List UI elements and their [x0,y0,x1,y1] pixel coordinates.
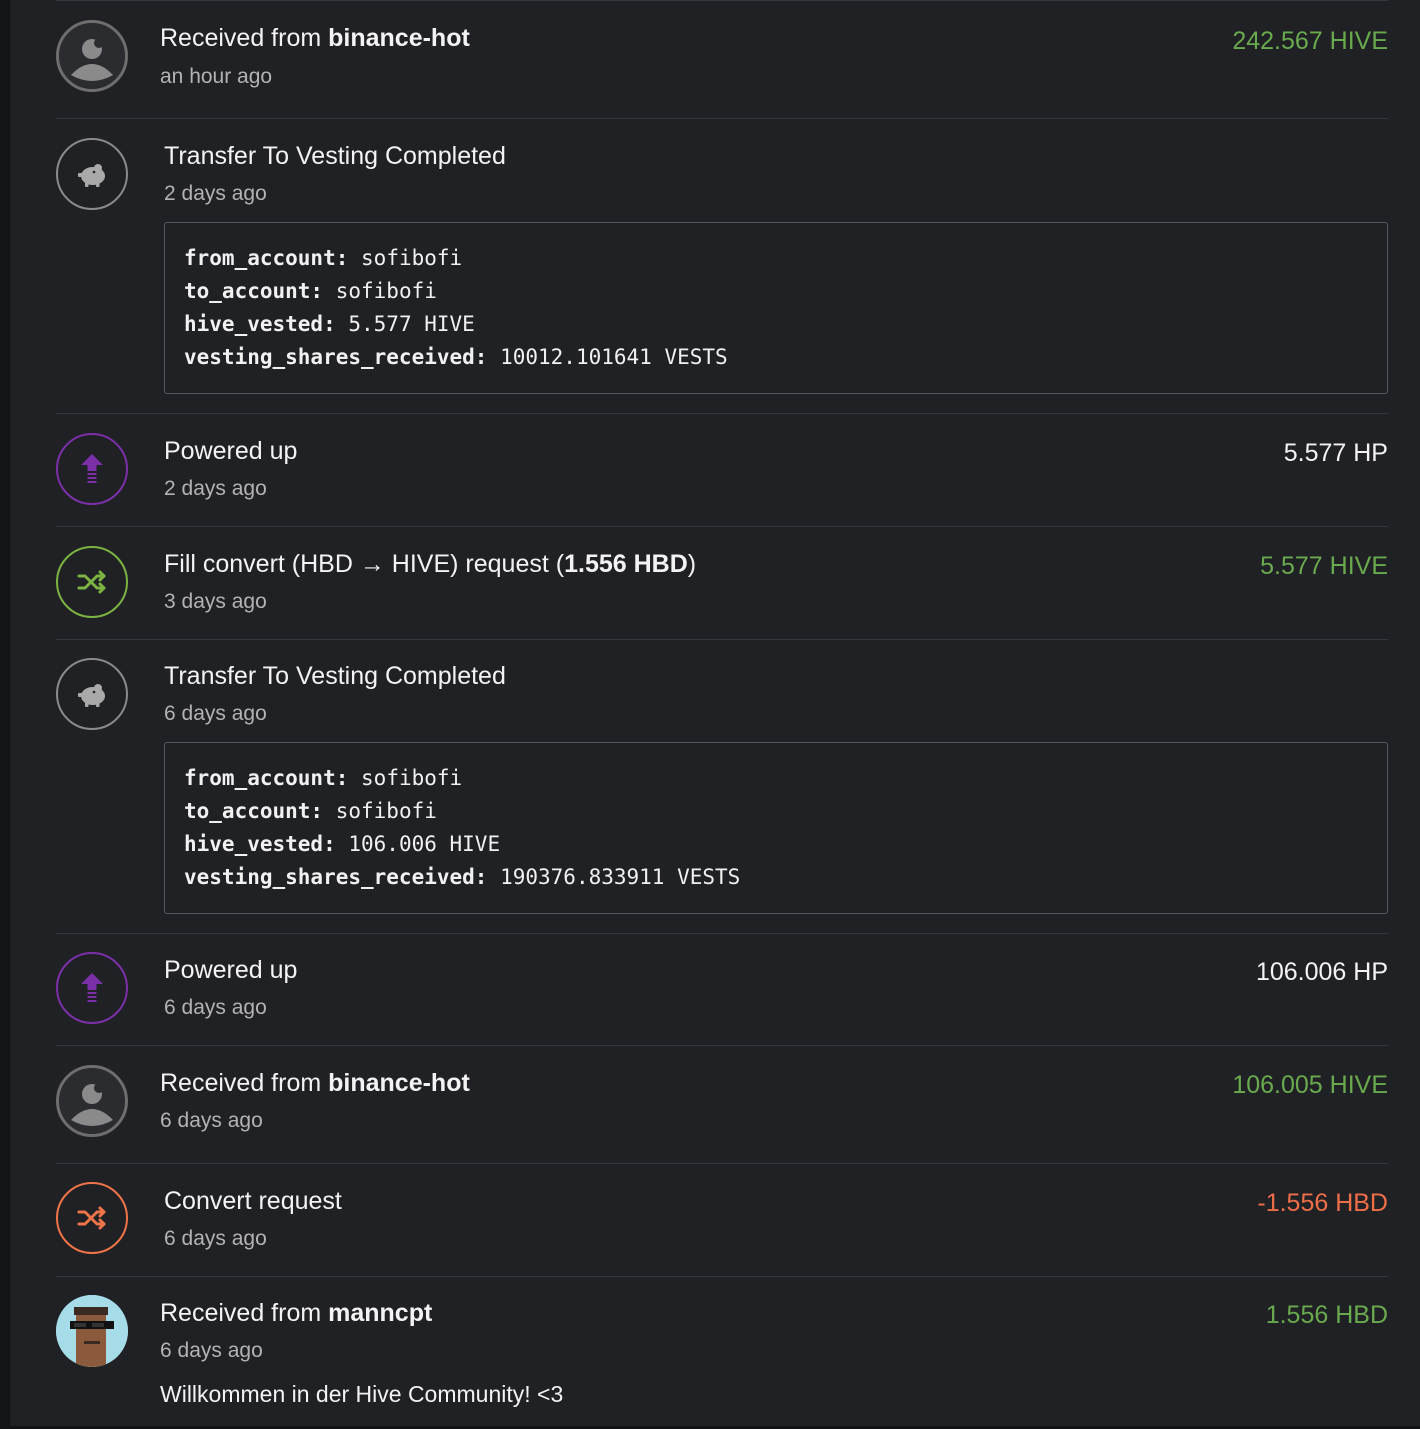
transaction-amount: 242.567 HIVE [1232,27,1388,55]
detail-line: to_account: sofibofi [184,275,1368,308]
title-text: Fill convert (HBD → HIVE) request ( [164,550,565,578]
detail-value: 10012.101641 VESTS [500,345,728,369]
user-avatar-icon[interactable] [56,1065,128,1137]
transaction-time: 6 days ago [164,1227,267,1250]
transaction-title: Powered up [164,437,298,465]
transaction-row: Received from binance-hot an hour ago 24… [56,0,1388,118]
transaction-time: an hour ago [160,65,273,88]
detail-line: from_account: sofibofi [184,762,1368,795]
detail-value: sofibofi [335,279,437,303]
transaction-row: Received from manncpt 6 days ago 1.556 H… [56,1276,1388,1429]
detail-key: hive_vested: [184,312,336,336]
detail-key: hive_vested: [184,832,336,856]
detail-value: sofibofi [361,246,463,270]
piggy-bank-icon [56,658,128,730]
transaction-time: 6 days ago [164,702,267,725]
transaction-row: Transfer To Vesting Completed 2 days ago… [56,118,1388,413]
transaction-title: Transfer To Vesting Completed [164,142,506,170]
detail-line: vesting_shares_received: 10012.101641 VE… [184,341,1368,374]
wallet-history-panel: Received from binance-hot an hour ago 24… [10,0,1420,1426]
detail-line: to_account: sofibofi [184,795,1368,828]
detail-key: vesting_shares_received: [184,865,488,889]
shuffle-icon [56,546,128,618]
transaction-row: Fill convert (HBD → HIVE) request (1.556… [56,526,1388,639]
transaction-row: Powered up 2 days ago 5.577 HP [56,413,1388,526]
detail-key: vesting_shares_received: [184,345,488,369]
transaction-time: 6 days ago [160,1109,263,1132]
detail-value: 5.577 HIVE [348,312,475,336]
detail-line: hive_vested: 106.006 HIVE [184,828,1368,861]
counterparty-link[interactable]: binance-hot [328,1069,470,1097]
transaction-title: Received from binance-hot [160,22,470,54]
shuffle-icon [56,1182,128,1254]
transfer-memo: Willkommen in der Hive Community! <3 [160,1381,564,1407]
user-avatar-icon[interactable] [56,20,128,92]
transaction-time: 2 days ago [164,182,267,205]
transaction-title: Transfer To Vesting Completed [164,662,506,690]
transaction-title: Received from binance-hot [160,1067,470,1099]
title-text: Received from [160,1299,329,1327]
counterparty-link[interactable]: binance-hot [328,24,470,52]
detail-value: sofibofi [361,766,463,790]
punk-avatar-icon[interactable] [56,1295,128,1367]
transaction-title: Powered up [164,956,298,984]
transaction-row: Received from binance-hot 6 days ago 106… [56,1045,1388,1163]
transaction-amount: -1.556 HBD [1257,1189,1388,1217]
transaction-time: 3 days ago [164,590,267,613]
detail-value: 190376.833911 VESTS [500,865,741,889]
piggy-bank-icon [56,138,128,210]
operation-details-box: from_account: sofibofi to_account: sofib… [164,742,1388,914]
detail-value: 106.006 HIVE [348,832,501,856]
transaction-amount: 106.006 HP [1255,958,1388,986]
title-text: Received from [160,1069,329,1097]
transaction-time: 6 days ago [160,1339,263,1362]
detail-line: from_account: sofibofi [184,242,1368,275]
detail-value: sofibofi [335,799,437,823]
transaction-time: 6 days ago [164,996,267,1019]
operation-details-box: from_account: sofibofi to_account: sofib… [164,222,1388,394]
detail-key: from_account: [184,766,349,790]
transaction-amount: 106.005 HIVE [1232,1071,1388,1099]
transaction-title: Received from manncpt [160,1297,432,1329]
transaction-row: Convert request 6 days ago -1.556 HBD [56,1163,1388,1276]
transaction-amount: 5.577 HP [1283,439,1388,467]
transaction-time: 2 days ago [164,477,267,500]
detail-key: to_account: [184,279,324,303]
transaction-row: Transfer To Vesting Completed 6 days ago… [56,639,1388,933]
transaction-title: Fill convert (HBD → HIVE) request (1.556… [164,548,696,580]
transaction-title: Convert request [164,1187,342,1215]
power-up-arrow-icon [56,952,128,1024]
counterparty-link[interactable]: manncpt [328,1299,432,1327]
transaction-row: Powered up 6 days ago 106.006 HP [56,933,1388,1045]
transaction-amount: 5.577 HIVE [1260,552,1388,580]
detail-key: to_account: [184,799,324,823]
title-text: ) [687,550,697,578]
detail-key: from_account: [184,246,349,270]
title-text: Received from [160,24,329,52]
transaction-amount: 1.556 HBD [1265,1301,1388,1329]
power-up-arrow-icon [56,433,128,505]
transaction-history-list: Received from binance-hot an hour ago 24… [56,0,1388,1429]
detail-line: vesting_shares_received: 190376.833911 V… [184,861,1368,894]
detail-line: hive_vested: 5.577 HIVE [184,308,1368,341]
title-bold-amount: 1.556 HBD [564,550,688,578]
